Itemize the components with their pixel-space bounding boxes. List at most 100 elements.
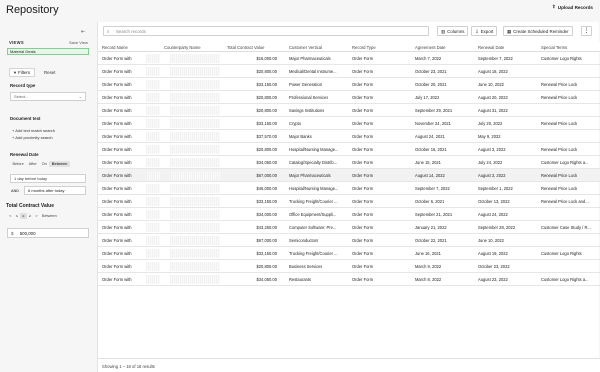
- table-row[interactable]: Order Form with $34,000.00 Office Equipmen…: [98, 208, 600, 221]
- renewal-tab-between[interactable]: Between: [49, 161, 70, 167]
- column-header-counterparty[interactable]: Counterparty Name: [164, 45, 201, 50]
- column-header-customer-vertical[interactable]: Customer Vertical: [289, 45, 322, 50]
- cell-name[interactable]: Order Form with: [102, 134, 132, 139]
- table-row[interactable]: Order Form with $33,150.00 Trucking Freigh…: [98, 247, 600, 260]
- filters-button[interactable]: ▾ Filters: [9, 68, 35, 77]
- export-button[interactable]: ⇩ Export: [471, 26, 498, 36]
- cell-renewal: August 24, 2022: [478, 212, 508, 217]
- table-row[interactable]: Order Form with $20,800.00 Professional Se…: [98, 91, 600, 104]
- cell-name[interactable]: Order Form with: [102, 212, 132, 217]
- table-row[interactable]: Order Form with $20,800.00 Business Servic…: [98, 260, 600, 273]
- currency-symbol: $: [11, 231, 14, 236]
- cell-agreement: October 6, 2021: [415, 199, 445, 204]
- cell-vertical: Crypto: [289, 121, 302, 126]
- column-header-tcv[interactable]: Total Contract Value: [227, 45, 264, 50]
- cell-vertical: Restaurants: [289, 277, 312, 282]
- table-row[interactable]: Order Form with $33,150.00 Power Generatio…: [98, 78, 600, 91]
- cell-tcv: $34,000.00: [256, 212, 278, 217]
- tcv-op-eq[interactable]: =: [20, 213, 27, 219]
- add-proximity-link[interactable]: + Add proximity search: [12, 135, 53, 140]
- table-row[interactable]: Order Form with $33,150.00 Crypto Order For…: [98, 117, 600, 130]
- column-header-record-name[interactable]: Record Name: [102, 45, 128, 50]
- cell-agreement: October 22, 2021: [415, 238, 447, 243]
- selected-view-chip[interactable]: Material Deals: [7, 48, 89, 55]
- tcv-op-gt[interactable]: >: [33, 213, 40, 219]
- cell-agreement: June 16, 2021: [415, 251, 441, 256]
- cell-name[interactable]: Order Form with: [102, 186, 132, 191]
- cell-tcv: $33,150.00: [256, 121, 278, 126]
- table-row[interactable]: Order Form with $67,000.00 Semiconductors O…: [98, 234, 600, 247]
- cell-name[interactable]: Order Form with: [102, 108, 132, 113]
- table-row[interactable]: Order Form with $20,800.00 Medical/Dental …: [98, 65, 600, 78]
- document-text-label: Document text: [10, 116, 41, 121]
- cell-name[interactable]: Order Form with: [102, 69, 132, 74]
- column-header-renewal-date[interactable]: Renewal Date: [478, 45, 504, 50]
- cell-name[interactable]: Order Form with: [102, 277, 132, 282]
- cell-name[interactable]: Order Form with: [102, 238, 132, 243]
- cell-agreement: September 21, 2021: [415, 212, 453, 217]
- cell-tcv: $16,000.00: [256, 56, 278, 61]
- cell-name[interactable]: Order Form with: [102, 225, 132, 230]
- cell-name[interactable]: Order Form with: [102, 251, 132, 256]
- collapse-sidebar-icon[interactable]: ⇤: [81, 29, 88, 35]
- table-row[interactable]: Order Form with $46,000.00 Hospital/Nursin…: [98, 182, 600, 195]
- cell-agreement: January 21, 2022: [415, 225, 447, 230]
- column-header-special-terms[interactable]: Special Terms: [541, 45, 567, 50]
- table-row[interactable]: Order Form with $67,000.00 Major Pharmaceu…: [98, 169, 600, 182]
- cell-name[interactable]: Order Form with: [102, 56, 132, 61]
- search-icon: ⌕: [107, 29, 110, 34]
- upload-records-button[interactable]: ⇪ Upload Records: [549, 2, 596, 12]
- cell-vertical: Hospital/Nursing Manage...: [289, 147, 339, 152]
- table-row[interactable]: Order Form with $43,250.00 Computer Softwa…: [98, 221, 600, 234]
- cell-name[interactable]: Order Form with: [102, 147, 132, 152]
- redacted-name-block: [146, 249, 160, 258]
- tcv-op-between[interactable]: Between: [40, 213, 59, 219]
- renewal-tab-on[interactable]: On: [39, 161, 49, 167]
- cell-type: Order Form: [352, 173, 374, 178]
- column-header-record-type[interactable]: Record Type: [352, 45, 376, 50]
- cell-agreement: March 8, 2022: [415, 277, 442, 282]
- cell-name[interactable]: Order Form with: [102, 199, 132, 204]
- renewal-to-input[interactable]: 6 months after today: [24, 186, 86, 195]
- cell-renewal: August 20, 2022: [478, 95, 508, 100]
- search-input[interactable]: ⌕ Search records: [103, 26, 429, 36]
- cell-renewal: October 23, 2022: [478, 264, 510, 269]
- cell-terms: Customer Case Study / R...: [541, 225, 591, 230]
- redacted-counterparty-block: [170, 106, 220, 115]
- table-row[interactable]: Order Form with $20,800.00 Hospital/Nursin…: [98, 143, 600, 156]
- cell-name[interactable]: Order Form with: [102, 264, 132, 269]
- renewal-tab-before[interactable]: Before: [10, 161, 26, 167]
- column-header-agreement-date[interactable]: Agreement Date: [415, 45, 446, 50]
- reset-button[interactable]: Reset: [44, 68, 55, 77]
- table-row[interactable]: Order Form with $34,050.00 Catalog/Special…: [98, 156, 600, 169]
- cell-name[interactable]: Order Form with: [102, 95, 132, 100]
- table-row[interactable]: Order Form with $37,570.00 Major Banks Orde…: [98, 130, 600, 143]
- renewal-from-input[interactable]: 1 day before today: [10, 174, 86, 183]
- tcv-value-input[interactable]: $ 500,000: [7, 228, 89, 238]
- cell-renewal: August 23, 2022: [478, 277, 508, 282]
- cell-terms: Customer Logo Rights a...: [541, 160, 589, 165]
- table-row[interactable]: Order Form with $20,800.00 Savings Institu…: [98, 104, 600, 117]
- create-reminder-label: Create Scheduled Reminder: [513, 28, 569, 34]
- cell-renewal: August 18, 2022: [478, 69, 508, 74]
- more-options-button[interactable]: ⋮: [581, 26, 592, 36]
- cell-agreement: June 15, 2021: [415, 160, 441, 165]
- cell-type: Order Form: [352, 225, 374, 230]
- tcv-op-lt[interactable]: <: [7, 213, 14, 219]
- table-row[interactable]: Order Form with $33,150.00 Trucking Freigh…: [98, 195, 600, 208]
- table-row[interactable]: Order Form with $34,050.00 Restaurants Orde…: [98, 273, 600, 286]
- add-text-match-link[interactable]: + Add text match search: [12, 128, 55, 133]
- cell-agreement: October 23, 2021: [415, 69, 447, 74]
- cell-name[interactable]: Order Form with: [102, 82, 132, 87]
- cell-name[interactable]: Order Form with: [102, 160, 132, 165]
- record-type-select[interactable]: Select... ⌄: [10, 92, 86, 101]
- renewal-tab-after[interactable]: After: [26, 161, 39, 167]
- cell-name[interactable]: Order Form with: [102, 173, 132, 178]
- redacted-name-block: [146, 171, 160, 180]
- columns-button[interactable]: ▥ Columns: [437, 26, 469, 36]
- save-view-link[interactable]: Save View: [69, 40, 88, 45]
- cell-name[interactable]: Order Form with: [102, 121, 132, 126]
- create-scheduled-reminder-button[interactable]: ▦ Create Scheduled Reminder: [503, 26, 573, 36]
- cell-type: Order Form: [352, 238, 374, 243]
- table-row[interactable]: Order Form with $16,000.00 Major Pharmaceu…: [98, 52, 600, 65]
